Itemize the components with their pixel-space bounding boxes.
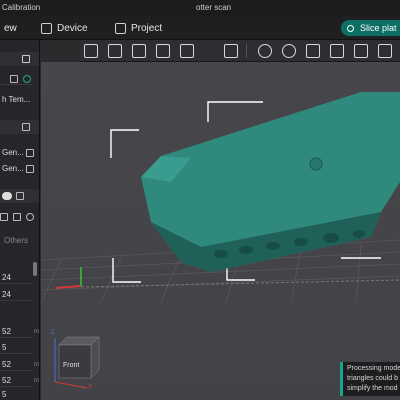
menu-device-label: Device xyxy=(57,22,88,34)
edit-icon[interactable] xyxy=(10,75,18,83)
filament-row-2[interactable]: Gen... xyxy=(0,162,39,176)
view-cube-x-label: X xyxy=(88,384,93,390)
value-5: 52 xyxy=(2,360,11,369)
value-field-6[interactable]: 52 m xyxy=(0,374,39,387)
value-1: 24 xyxy=(2,273,11,282)
plate-edge xyxy=(80,279,400,288)
menu-project-label: Project xyxy=(131,22,163,34)
toolbar-divider xyxy=(246,44,247,58)
unit-label: m xyxy=(34,378,39,384)
window-title: otter scan xyxy=(196,3,232,12)
dropdown-icon xyxy=(347,24,354,32)
calendar-icon[interactable] xyxy=(0,213,8,221)
value-2: 24 xyxy=(2,290,11,299)
orient-icon[interactable] xyxy=(132,44,146,58)
scene-canvas xyxy=(41,92,400,389)
value-field-2[interactable]: 24 xyxy=(0,288,32,301)
swap-icon[interactable] xyxy=(22,123,30,131)
processing-notification[interactable]: Processing mode triangles could b simpli… xyxy=(340,362,400,396)
move-icon[interactable] xyxy=(258,44,272,58)
menu-device[interactable]: Device xyxy=(41,16,88,40)
filament-label-2: Gen... xyxy=(2,164,24,173)
viewport-toolbar xyxy=(80,40,400,62)
arrange-icon[interactable] xyxy=(156,44,170,58)
settings-icon[interactable] xyxy=(16,192,24,200)
filament-header xyxy=(0,120,39,134)
process-header xyxy=(0,189,39,203)
grid-icon[interactable] xyxy=(108,44,122,58)
x-axis-line xyxy=(55,285,82,289)
project-icon xyxy=(115,22,126,34)
scale-icon[interactable] xyxy=(306,44,320,58)
view-cube-front-label: Front xyxy=(63,362,80,369)
process-tools xyxy=(0,210,39,224)
menu-view-label: ew xyxy=(4,22,17,34)
filament-row-1[interactable]: Gen... xyxy=(0,146,39,160)
unit-label: m xyxy=(34,362,39,368)
search-icon[interactable] xyxy=(26,213,34,221)
printer-select[interactable] xyxy=(0,72,32,85)
tab-others-label: Others xyxy=(4,236,29,245)
layers-icon[interactable] xyxy=(180,44,194,58)
add-cube-icon[interactable] xyxy=(84,44,98,58)
wifi-icon[interactable] xyxy=(23,75,31,83)
filament-label-1: Gen... xyxy=(2,148,24,157)
3d-model[interactable] xyxy=(141,92,400,272)
sidebar-scrollbar[interactable] xyxy=(33,262,37,276)
value-field-4[interactable]: 5 xyxy=(0,341,32,354)
value-6: 52 xyxy=(2,376,11,385)
slice-plate-button[interactable]: Slice plat xyxy=(341,20,400,36)
edit-icon[interactable] xyxy=(26,165,34,173)
swap-icon[interactable] xyxy=(22,55,30,63)
paint-icon[interactable] xyxy=(378,44,392,58)
value-7: 5 xyxy=(2,390,7,399)
value-4: 5 xyxy=(2,343,7,352)
unit-label: m xyxy=(34,329,39,335)
settings-sidebar: h Tem... Gen... Gen... Others 24 24 52 m… xyxy=(0,40,40,400)
cut-icon[interactable] xyxy=(354,44,368,58)
notice-line-2: triangles could b xyxy=(347,375,398,382)
rotate-icon[interactable] xyxy=(282,44,296,58)
value-field-1[interactable]: 24 xyxy=(0,271,32,284)
toggle-switch[interactable] xyxy=(2,192,12,200)
3d-viewport[interactable]: Front Z X xyxy=(41,62,400,400)
menu-project[interactable]: Project xyxy=(115,16,162,40)
window-title-left: Calibration xyxy=(2,3,41,12)
menu-view[interactable]: ew xyxy=(4,16,17,40)
value-field-7[interactable]: 5 xyxy=(0,388,32,400)
list-icon[interactable] xyxy=(13,213,21,221)
view-cube-z-label: Z xyxy=(51,330,55,336)
value-field-3[interactable]: 52 m xyxy=(0,325,39,338)
edit-icon[interactable] xyxy=(26,149,34,157)
x-axis-line xyxy=(54,381,88,389)
value-3: 52 xyxy=(2,327,11,336)
slice-plate-label: Slice plat xyxy=(360,23,397,33)
tab-others[interactable]: Others xyxy=(0,234,39,248)
device-icon xyxy=(41,22,52,34)
template-row[interactable]: h Tem... xyxy=(0,93,39,107)
sidebar-header xyxy=(0,52,39,66)
value-field-5[interactable]: 52 m xyxy=(0,358,39,371)
title-bar: Calibration otter scan xyxy=(0,0,400,16)
place-face-icon[interactable] xyxy=(330,44,344,58)
menu-bar: ew Device Project Slice plat xyxy=(0,16,400,40)
notice-line-1: Processing mode xyxy=(347,365,400,372)
notice-line-3: simplify the mod xyxy=(347,385,398,392)
template-label: h Tem... xyxy=(2,95,31,104)
split-icon[interactable] xyxy=(224,44,238,58)
